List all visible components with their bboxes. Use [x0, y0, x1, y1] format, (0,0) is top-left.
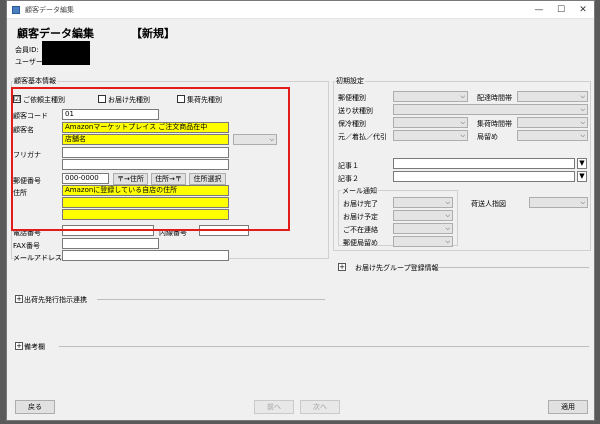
mail-notice-title: メール通知 [341, 186, 378, 196]
chevron-down-icon: ⌵ [580, 119, 585, 126]
window-title: 顧客データ編集 [25, 6, 74, 14]
chevron-down-icon: ⌵ [460, 93, 465, 100]
chevron-down-icon: ⌵ [445, 212, 450, 219]
note1-dropdown-button[interactable]: ▼ [577, 158, 587, 169]
group-delivery-divider [437, 267, 589, 268]
fax-label: FAX番号 [13, 242, 40, 250]
minimize-button[interactable]: — [528, 3, 550, 17]
chevron-down-icon: ⌵ [580, 93, 585, 100]
payment-select[interactable]: ⌵ [393, 130, 468, 141]
highlight-annotation [11, 87, 290, 231]
member-id-label: 会員ID: [15, 46, 39, 54]
next-button[interactable]: 次へ [300, 400, 340, 414]
shipping-link-divider [97, 299, 325, 300]
title-bar: 顧客データ編集 — ☐ ✕ [7, 1, 594, 19]
cargo-instruction-label: 荷送人指図 [471, 200, 506, 208]
close-button[interactable]: ✕ [572, 3, 594, 17]
chevron-down-icon: ⌵ [445, 199, 450, 206]
note1-input[interactable] [393, 158, 575, 169]
note2-dropdown-button[interactable]: ▼ [577, 171, 587, 182]
office-stop-label: 局留め [477, 133, 498, 141]
group-delivery-label: お届け先グループ登録情報 [355, 264, 439, 272]
note1-label: 記事１ [338, 162, 359, 170]
shipping-link-expander[interactable]: + [15, 295, 23, 303]
slip-type-label: 送り状種別 [338, 107, 373, 115]
user-label: ユーザー: [15, 58, 46, 66]
chevron-down-icon: ⌵ [580, 132, 585, 139]
remarks-label: 備考欄 [24, 343, 45, 351]
chevron-down-icon: ⌵ [445, 225, 450, 232]
notice-absent-select[interactable]: ⌵ [393, 223, 453, 234]
note2-label: 記事２ [338, 175, 359, 183]
email-input[interactable] [62, 250, 229, 261]
notice-absent-label: ご不在連絡 [343, 226, 378, 234]
chevron-down-icon: ⌵ [445, 238, 450, 245]
apply-button[interactable]: 適用 [548, 400, 588, 414]
remarks-divider [59, 346, 589, 347]
notice-delivered-label: お届け完了 [343, 200, 378, 208]
notice-scheduled-label: お届け予定 [343, 213, 378, 221]
chevron-down-icon: ⌵ [460, 132, 465, 139]
mail-type-select[interactable]: ⌵ [393, 91, 468, 102]
note2-input[interactable] [393, 171, 575, 182]
email-label: メールアドレス [13, 254, 62, 262]
notice-delivered-select[interactable]: ⌵ [393, 197, 453, 208]
redacted-member-info [42, 41, 90, 65]
pickup-time-select[interactable]: ⌵ [517, 117, 588, 128]
back-button[interactable]: 戻る [15, 400, 55, 414]
notice-office-stop-select[interactable]: ⌵ [393, 236, 453, 247]
delivery-time-select[interactable]: ⌵ [517, 91, 588, 102]
storage-type-select[interactable]: ⌵ [393, 117, 468, 128]
mail-type-label: 郵便種別 [338, 94, 366, 102]
fax-input[interactable] [62, 238, 159, 249]
page-title: 顧客データ編集 [17, 27, 94, 40]
storage-type-label: 保冷種別 [338, 120, 366, 128]
cargo-instruction-select[interactable]: ⌵ [529, 197, 588, 208]
notice-scheduled-select[interactable]: ⌵ [393, 210, 453, 221]
shipping-link-label: 出荷先発行指示連携 [24, 296, 87, 304]
app-icon [12, 6, 20, 14]
customer-edit-window: 顧客データ編集 — ☐ ✕ 顧客データ編集 【新規】 会員ID: ユーザー: 顧… [6, 0, 595, 421]
group-delivery-expander[interactable]: + [338, 263, 346, 271]
remarks-expander[interactable]: + [15, 342, 23, 350]
pickup-time-label: 集荷時間帯 [477, 120, 512, 128]
payment-label: 元／着払／代引 [338, 133, 387, 141]
delivery-time-label: 配達時間帯 [477, 94, 512, 102]
slip-type-select[interactable]: ⌵ [393, 104, 588, 115]
chevron-down-icon: ⌵ [460, 119, 465, 126]
notice-office-stop-label: 郵便局留め [343, 239, 378, 247]
office-stop-select[interactable]: ⌵ [517, 130, 588, 141]
chevron-down-icon: ⌵ [580, 106, 585, 113]
mode-label: 【新規】 [131, 27, 175, 40]
maximize-button[interactable]: ☐ [550, 3, 572, 17]
basic-info-title: 顧客基本情報 [13, 76, 57, 86]
prev-button[interactable]: 前へ [254, 400, 294, 414]
defaults-title: 初期設定 [335, 76, 365, 86]
chevron-down-icon: ⌵ [580, 199, 585, 206]
